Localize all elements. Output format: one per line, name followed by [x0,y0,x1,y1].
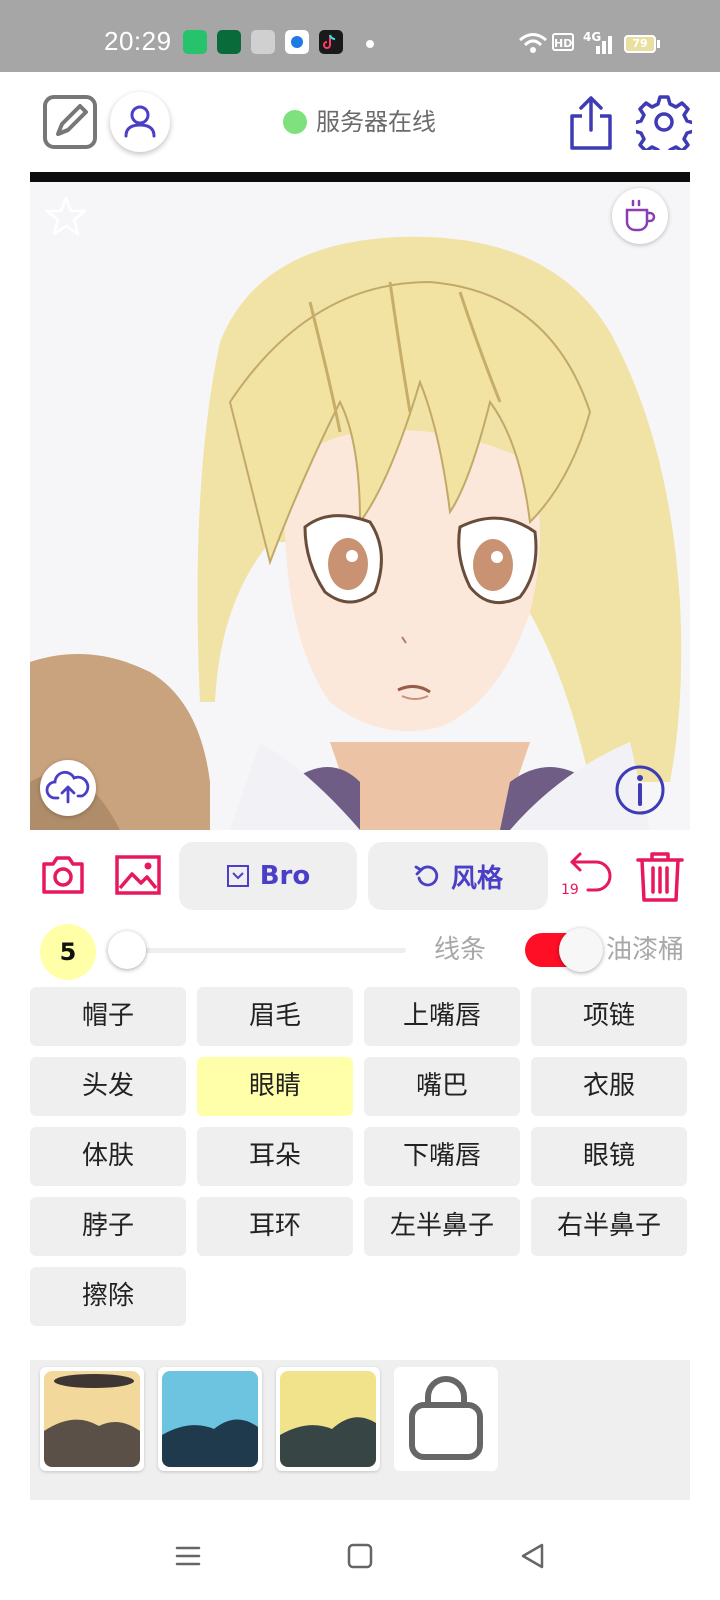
toggle-knob [559,928,603,972]
part-neck[interactable]: 脖子 [30,1197,186,1256]
swatch-3-preview [280,1371,376,1467]
server-status-text: 服务器在线 [316,108,436,136]
shop-button[interactable] [394,1367,498,1471]
coffee-button[interactable] [612,188,668,244]
battery-level: 79 [632,37,648,50]
part-hair[interactable]: 头发 [30,1057,186,1116]
gear-icon[interactable] [636,94,692,150]
bucket-mode-label: 油漆桶 [606,935,685,965]
cloud-upload-icon [45,770,90,804]
share-icon[interactable] [566,94,616,152]
paw-icon [251,30,275,54]
menu-icon[interactable] [174,1542,202,1570]
swatch-3[interactable] [276,1367,380,1471]
back-icon[interactable] [518,1542,546,1570]
server-status-dot [283,110,307,134]
anime-portrait [30,182,690,830]
part-skin[interactable]: 体肤 [30,1127,186,1186]
tiktok-icon [319,30,343,54]
part-upper-lip[interactable]: 上嘴唇 [364,987,520,1046]
user-button[interactable] [110,92,170,152]
style-button[interactable]: 风格 [368,842,548,910]
battery-tip [657,40,660,48]
wifi-icon [519,33,547,53]
undo-count: 19 [561,882,579,898]
notification-dot [366,40,374,48]
part-eyebrows[interactable]: 眉毛 [197,987,353,1046]
hd-badge: HD [552,33,574,51]
info-icon[interactable] [614,764,666,816]
rotate-icon [414,865,439,887]
bucket-toggle[interactable] [525,928,603,972]
style-label: 风格 [450,863,503,894]
drawing-canvas[interactable] [30,172,690,830]
star-icon[interactable] [44,194,88,238]
app-icon-green [183,30,207,54]
part-erase[interactable]: 擦除 [30,1267,186,1326]
part-left-nose[interactable]: 左半鼻子 [364,1197,520,1256]
part-necklace[interactable]: 项链 [531,987,687,1046]
signal-icon [596,36,612,54]
oppo-icon [217,30,241,54]
shopping-bag-icon [409,1376,483,1460]
swatch-2[interactable] [158,1367,262,1471]
brush-label: Bro [259,861,311,891]
line-width-slider-track[interactable] [128,948,406,953]
part-lower-lip[interactable]: 下嘴唇 [364,1127,520,1186]
battery-icon: 79 [624,35,656,53]
swatch-1-preview [44,1371,140,1467]
user-icon [124,105,156,138]
upload-button[interactable] [40,760,96,816]
status-time: 20:29 [104,26,172,56]
home-icon[interactable] [346,1542,374,1570]
image-icon[interactable] [114,854,162,896]
part-clothes[interactable]: 衣服 [531,1057,687,1116]
part-eyes[interactable]: 眼睛 [197,1057,353,1116]
camera-icon[interactable] [40,854,86,896]
line-mode-label: 线条 [434,935,487,965]
app-icon-blue [285,30,309,54]
part-ears[interactable]: 耳朵 [197,1127,353,1186]
line-width-slider-thumb[interactable] [108,931,146,969]
part-mouth[interactable]: 嘴巴 [364,1057,520,1116]
swatch-1[interactable] [40,1367,144,1471]
part-right-nose[interactable]: 右半鼻子 [531,1197,687,1256]
swatch-2-preview [162,1371,258,1467]
coffee-icon [625,199,656,232]
brush-icon [226,865,249,887]
brush-size-indicator: 5 [40,924,96,980]
part-glasses[interactable]: 眼镜 [531,1127,687,1186]
part-hat[interactable]: 帽子 [30,987,186,1046]
part-earrings[interactable]: 耳环 [197,1197,353,1256]
trash-icon[interactable] [634,850,686,904]
edit-icon[interactable] [42,94,98,150]
brush-button[interactable]: Bro [179,842,357,910]
